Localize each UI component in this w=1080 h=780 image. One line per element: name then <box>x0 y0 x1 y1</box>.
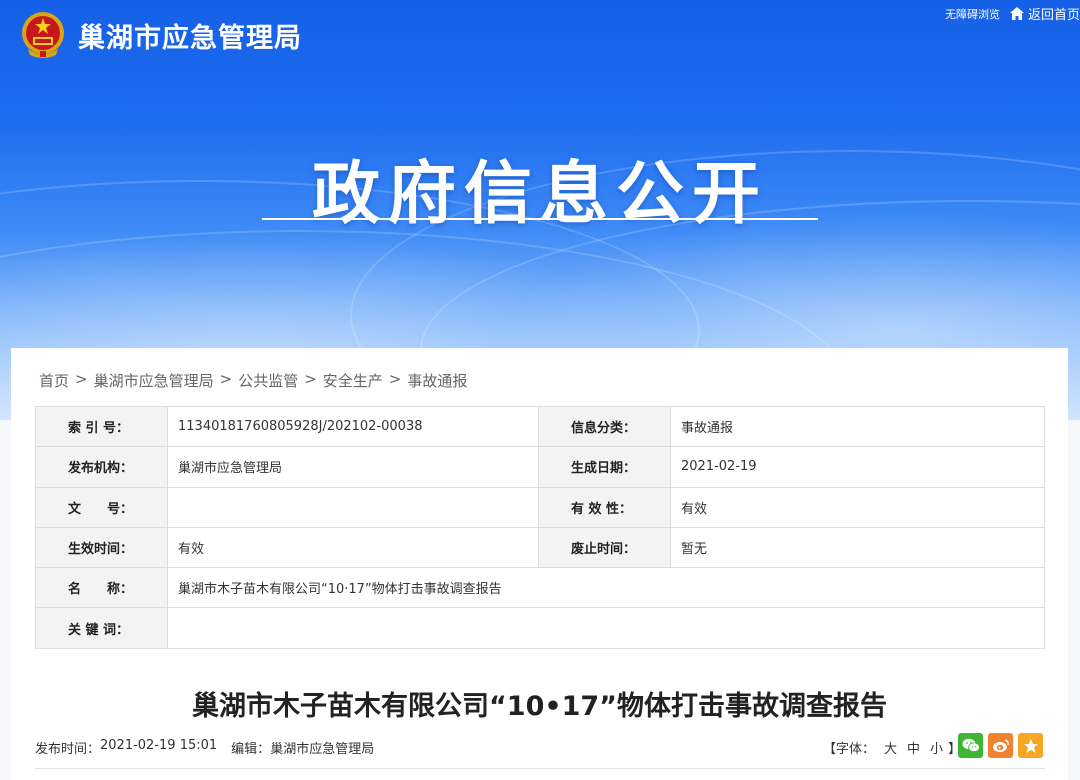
publish-info: 发布时间： 2021-02-19 15:01 编辑： 巢湖市应急管理局 <box>35 738 374 757</box>
content-divider <box>35 768 1045 769</box>
share-bar <box>958 733 1048 758</box>
font-size-control: 【字体： 大 中 小 】 <box>823 738 965 757</box>
publish-time-value: 2021-02-19 15:01 <box>100 738 218 753</box>
top-links: 无障碍浏览 返回首页 <box>945 4 1080 23</box>
category-value: 事故通报 <box>670 405 1045 448</box>
document-number-label: 文 号： <box>35 486 168 528</box>
home-icon <box>1009 7 1024 20</box>
home-link-label: 返回首页 <box>1027 8 1080 23</box>
home-link[interactable]: 返回首页 <box>1009 4 1080 23</box>
table-row: 发布机构： 巢湖市应急管理局 生成日期： 2021-02-19 <box>35 446 1045 488</box>
metadata-table: 索 引 号： 11340181760805928J/202102-00038 信… <box>35 405 1045 649</box>
font-size-small-button[interactable]: 小 <box>930 738 943 757</box>
breadcrumb-separator: > <box>75 370 88 388</box>
font-size-prefix: 【字体： <box>823 742 876 757</box>
breadcrumb-item-safety[interactable]: 安全生产 <box>323 370 383 391</box>
created-date-value: 2021-02-19 <box>670 446 1045 488</box>
table-row: 关 键 词： <box>35 607 1045 649</box>
effective-time-value: 有效 <box>167 526 539 569</box>
weibo-icon <box>992 739 1009 752</box>
effective-time-label: 生效时间： <box>35 526 168 569</box>
content-card: 首页 > 巢湖市应急管理局 > 公共监管 > 安全生产 > 事故通报 索 引 号… <box>11 348 1068 780</box>
keywords-label: 关 键 词： <box>35 607 168 649</box>
index-number-value: 11340181760805928J/202102-00038 <box>167 405 539 448</box>
publish-time-label: 发布时间： <box>35 742 101 757</box>
share-weibo-button[interactable] <box>988 733 1013 758</box>
site-title[interactable]: 巢湖市应急管理局 <box>78 16 302 55</box>
article-title: 巢湖市木子苗木有限公司“10•17”物体打击事故调查报告 <box>192 691 887 722</box>
accessibility-link[interactable]: 无障碍浏览 <box>945 6 1000 22</box>
keywords-value <box>167 607 1045 649</box>
repeal-time-label: 废止时间： <box>538 526 671 569</box>
breadcrumb-item-accident[interactable]: 事故通报 <box>407 370 467 391</box>
publisher-label: 发布机构： <box>35 446 168 488</box>
hero-title: 政府信息公开 <box>311 155 768 234</box>
topbar: 巢湖市应急管理局 无障碍浏览 返回首页 <box>0 0 1080 70</box>
validity-value: 有效 <box>670 486 1045 528</box>
national-emblem-icon <box>22 12 64 58</box>
hero-underline <box>262 218 818 220</box>
star-icon <box>1023 738 1038 753</box>
validity-label: 有 效 性： <box>538 486 671 528</box>
add-favorite-button[interactable] <box>1018 733 1043 758</box>
breadcrumb: 首页 > 巢湖市应急管理局 > 公共监管 > 安全生产 > 事故通报 <box>39 370 467 391</box>
breadcrumb-item-home[interactable]: 首页 <box>39 370 69 391</box>
index-number-label: 索 引 号： <box>35 405 168 448</box>
created-date-label: 生成日期： <box>538 446 671 488</box>
wechat-icon <box>962 738 980 753</box>
table-row: 名 称： 巢湖市木子苗木有限公司“10·17”物体打击事故调查报告 <box>35 567 1045 609</box>
breadcrumb-item-bureau[interactable]: 巢湖市应急管理局 <box>94 370 214 391</box>
name-label: 名 称： <box>35 567 168 609</box>
breadcrumb-separator: > <box>304 370 317 388</box>
name-value: 巢湖市木子苗木有限公司“10·17”物体打击事故调查报告 <box>167 567 1045 609</box>
breadcrumb-separator: > <box>388 370 402 388</box>
publisher-value: 巢湖市应急管理局 <box>167 446 539 488</box>
editor-label: 编辑： <box>231 742 271 757</box>
table-row: 文 号： 有 效 性： 有效 <box>35 486 1045 528</box>
repeal-time-value: 暂无 <box>670 526 1045 569</box>
font-size-large-button[interactable]: 大 <box>884 738 897 757</box>
breadcrumb-item-supervision[interactable]: 公共监管 <box>238 370 298 391</box>
editor-value: 巢湖市应急管理局 <box>270 742 375 757</box>
category-label: 信息分类： <box>538 405 671 448</box>
font-size-medium-button[interactable]: 中 <box>907 738 920 757</box>
breadcrumb-separator: > <box>219 370 233 388</box>
table-row: 生效时间： 有效 废止时间： 暂无 <box>35 526 1045 569</box>
share-wechat-button[interactable] <box>958 733 983 758</box>
table-row: 索 引 号： 11340181760805928J/202102-00038 信… <box>35 405 1045 448</box>
document-number-value <box>167 486 539 528</box>
